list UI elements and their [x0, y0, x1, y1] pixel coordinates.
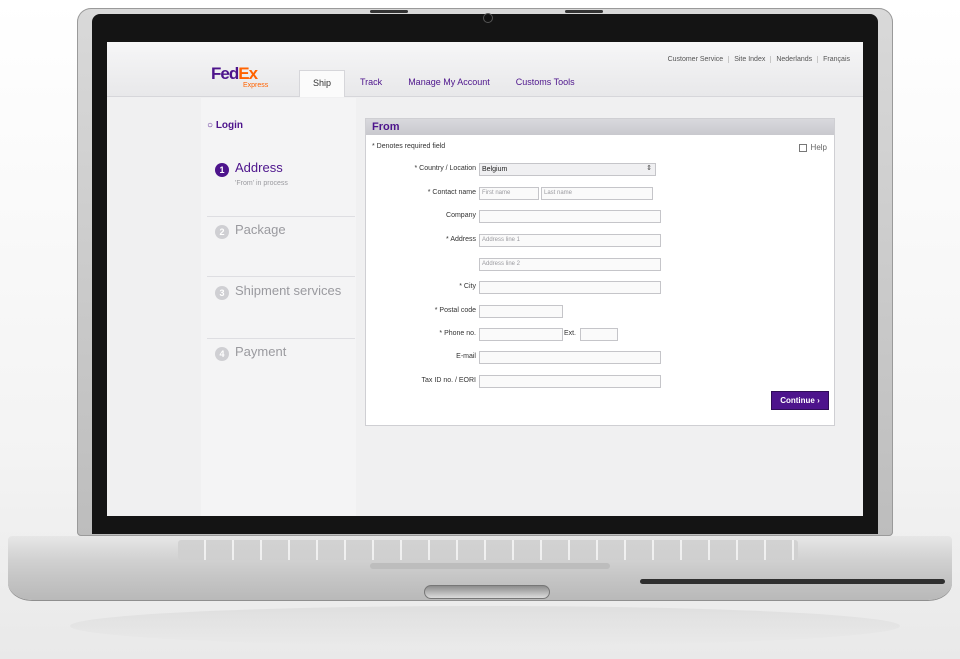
login-link[interactable]: ○ Login [207, 120, 243, 131]
country-label: * Country / Location [414, 165, 476, 172]
country-value: Belgium [482, 166, 508, 173]
step-label: Shipment services [235, 283, 342, 298]
last-name-input[interactable]: Last name [541, 187, 653, 200]
logo-ex: Ex [238, 64, 258, 83]
step-number-icon: 1 [215, 163, 229, 177]
tab-track[interactable]: Track [347, 70, 395, 96]
step-number-icon: 4 [215, 347, 229, 361]
ext-input[interactable] [580, 328, 618, 341]
link-customer-service[interactable]: Customer Service [663, 56, 729, 63]
ext-label: Ext. [563, 330, 576, 337]
link-francais[interactable]: Français [817, 56, 855, 63]
step-label: Package [235, 222, 286, 237]
company-input[interactable] [479, 210, 661, 223]
city-label: * City [459, 283, 476, 290]
bezel-mark [565, 10, 603, 13]
help-label: Help [810, 143, 827, 152]
address-line2-input[interactable]: Address line 2 [479, 258, 661, 271]
tab-customs-tools[interactable]: Customs Tools [503, 70, 588, 96]
required-note: * Denotes required field [372, 143, 446, 150]
browser-screen: FedEx Express Customer Service Site Inde… [107, 42, 863, 516]
site-header: FedEx Express Customer Service Site Inde… [107, 42, 863, 97]
taxid-input[interactable] [479, 375, 661, 388]
step-number-icon: 2 [215, 225, 229, 239]
country-select[interactable]: Belgium ⇕ [479, 163, 656, 176]
bezel-mark [370, 10, 408, 13]
table-reflection [70, 606, 900, 646]
tab-manage-account[interactable]: Manage My Account [395, 70, 503, 96]
address-line1-input[interactable]: Address line 1 [479, 234, 661, 247]
panel-title: From [366, 119, 834, 135]
email-label: E-mail [456, 353, 476, 360]
step-status: 'From' in process [235, 180, 288, 187]
tab-ship[interactable]: Ship [299, 70, 346, 97]
select-arrow-icon: ⇕ [646, 165, 652, 172]
help-link[interactable]: Help [798, 143, 827, 152]
step-label: Payment [235, 344, 287, 359]
continue-label: Continue [780, 396, 815, 405]
logo-fed: Fed [211, 64, 239, 83]
logo-express: Express [243, 82, 269, 89]
continue-button[interactable]: Continue › [771, 391, 829, 410]
optical-drive-slot [640, 579, 945, 584]
from-form-panel: From * Denotes required field Help * Cou… [365, 118, 835, 426]
step-number-icon: 3 [215, 286, 229, 300]
first-name-input[interactable]: First name [479, 187, 539, 200]
main-nav: Ship Track Manage My Account Customs Too… [299, 70, 588, 97]
fedex-logo[interactable]: FedEx Express [211, 64, 268, 89]
utility-links: Customer Service Site Index Nederlands F… [663, 56, 855, 63]
contact-label: * Contact name [427, 189, 476, 196]
city-input[interactable] [479, 281, 661, 294]
login-label: Login [215, 120, 244, 131]
steps-sidebar: ○ Login 1 Address 'From' in process 2 Pa… [201, 98, 356, 516]
postal-label: * Postal code [434, 307, 476, 314]
laptop-latch [424, 585, 550, 599]
email-input[interactable] [479, 351, 661, 364]
divider [207, 338, 355, 339]
link-nederlands[interactable]: Nederlands [770, 56, 817, 63]
divider [207, 216, 355, 217]
address-label: * Address [446, 236, 476, 243]
step-label: Address [235, 160, 283, 175]
company-label: Company [446, 212, 476, 219]
hinge-strip [370, 563, 610, 569]
help-icon [798, 143, 807, 152]
webcam-icon [483, 13, 493, 23]
taxid-label: Tax ID no. / EORI [421, 377, 476, 384]
keyboard [178, 540, 798, 560]
phone-label: * Phone no. [439, 330, 476, 337]
link-site-index[interactable]: Site Index [728, 56, 770, 63]
divider [207, 276, 355, 277]
postal-code-input[interactable] [479, 305, 563, 318]
